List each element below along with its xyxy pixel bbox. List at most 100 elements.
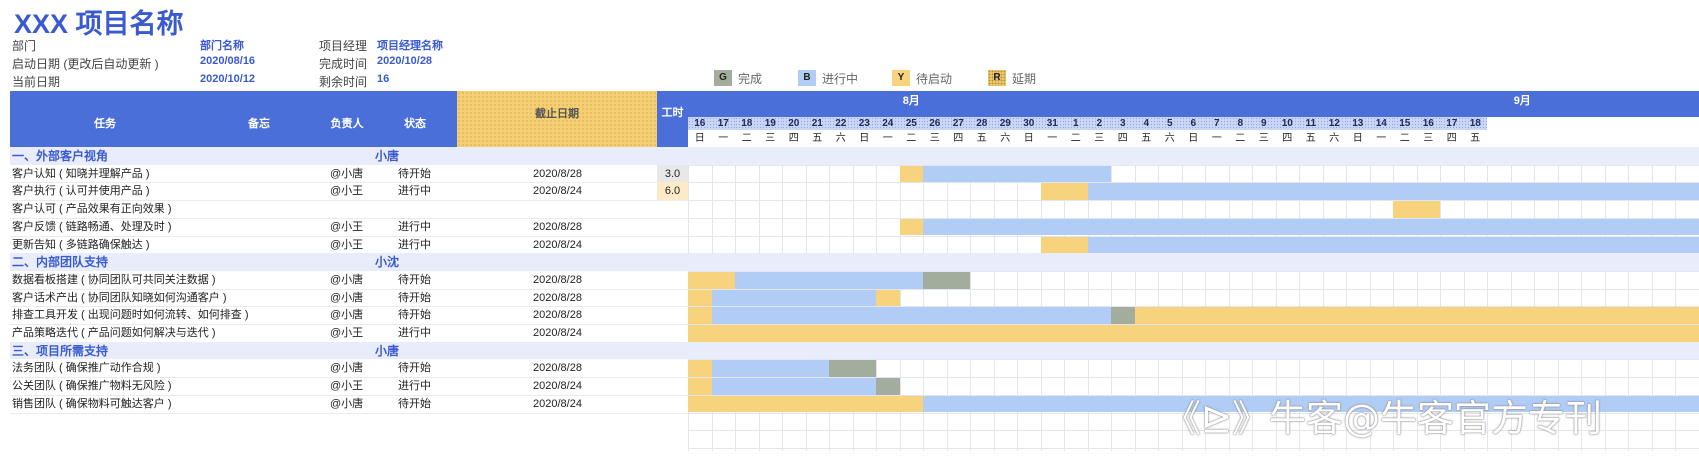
gantt-bar-pending[interactable] xyxy=(1134,307,1699,324)
day-number: 4 xyxy=(1134,117,1158,130)
task-status[interactable]: 待开始 xyxy=(398,359,431,377)
gantt-bar-done[interactable] xyxy=(876,378,900,395)
task-status[interactable]: 待开始 xyxy=(398,289,431,307)
watermark-text: 牛客@牛客官方专刊 xyxy=(1269,397,1603,440)
task-owner[interactable]: @小唐 xyxy=(330,306,363,324)
gantt-bar-pending[interactable] xyxy=(688,325,1699,342)
weekday-label: 日 xyxy=(688,131,712,147)
task-name[interactable]: 客户认可 ( 产品效果有正向效果 ) xyxy=(12,200,172,218)
task-status[interactable]: 待开始 xyxy=(398,395,431,413)
finish-value[interactable]: 2020/10/28 xyxy=(377,55,432,67)
gantt-bar-in-progress[interactable] xyxy=(923,218,1699,236)
pm-value[interactable]: 项目经理名称 xyxy=(377,37,443,53)
day-number: 12 xyxy=(1322,117,1346,130)
task-status[interactable]: 待开始 xyxy=(398,165,431,183)
today-value[interactable]: 2020/10/12 xyxy=(200,73,255,85)
task-owner[interactable]: @小唐 xyxy=(330,395,363,413)
task-status[interactable]: 进行中 xyxy=(398,182,431,200)
day-number: 28 xyxy=(970,117,994,130)
gantt-bar-in-progress[interactable] xyxy=(711,360,829,378)
task-due-date[interactable]: 2020/8/24 xyxy=(533,182,582,200)
start-value[interactable]: 2020/08/16 xyxy=(200,55,255,67)
remain-value[interactable]: 16 xyxy=(377,73,389,85)
gantt-bar-pending[interactable] xyxy=(688,360,712,378)
task-due-date[interactable]: 2020/8/28 xyxy=(533,306,582,324)
task-owner[interactable]: @小王 xyxy=(330,218,363,236)
gantt-bar-in-progress[interactable] xyxy=(711,289,876,307)
task-due-date[interactable]: 2020/8/28 xyxy=(533,359,582,377)
grid-row-line xyxy=(688,165,1699,166)
task-owner[interactable]: @小王 xyxy=(330,324,363,342)
task-owner[interactable]: @小唐 xyxy=(330,165,363,183)
gantt-bar-pending[interactable] xyxy=(688,395,923,413)
gantt-bar-pending[interactable] xyxy=(688,378,712,395)
gantt-bar-in-progress[interactable] xyxy=(1087,236,1699,254)
day-number: 6 xyxy=(1181,117,1205,130)
task-due-date[interactable]: 2020/8/28 xyxy=(533,165,582,183)
gantt-bar-pending[interactable] xyxy=(876,289,900,307)
task-hours[interactable]: 3.0 xyxy=(657,164,688,183)
section-row xyxy=(10,253,1699,271)
task-due-date[interactable]: 2020/8/24 xyxy=(533,377,582,395)
task-name[interactable]: 销售团队 ( 确保物料可触达客户 ) xyxy=(12,395,172,413)
task-owner[interactable]: @小唐 xyxy=(330,359,363,377)
gantt-bar-pending[interactable] xyxy=(899,218,923,236)
gantt-bar-pending[interactable] xyxy=(1393,201,1440,218)
task-name[interactable]: 更新告知 ( 多链路确保触达 ) xyxy=(12,236,150,254)
task-due-date[interactable]: 2020/8/28 xyxy=(533,218,582,236)
weekday-label: 四 xyxy=(782,131,806,147)
task-due-date[interactable]: 2020/8/24 xyxy=(533,324,582,342)
gantt-bar-pending[interactable] xyxy=(688,307,712,324)
task-owner[interactable]: @小王 xyxy=(330,377,363,395)
gantt-bar-in-progress[interactable] xyxy=(923,165,1111,183)
task-status[interactable]: 待开始 xyxy=(398,306,431,324)
gantt-bar-done[interactable] xyxy=(1111,307,1135,324)
task-name[interactable]: 产品策略迭代 ( 产品问题如何解决与迭代 ) xyxy=(12,324,216,342)
weekday-label: 一 xyxy=(1040,131,1064,147)
task-due-date[interactable]: 2020/8/24 xyxy=(533,236,582,254)
timeline-header xyxy=(657,91,1699,117)
task-name[interactable]: 排查工具开发 ( 出现问题时如何流转、如何排查 ) xyxy=(12,306,249,324)
dept-value[interactable]: 部门名称 xyxy=(200,37,244,53)
weekday-label: 五 xyxy=(1299,131,1323,147)
gantt-bar-in-progress[interactable] xyxy=(1087,183,1699,201)
gantt-bar-in-progress[interactable] xyxy=(711,378,876,395)
weekday-label: 五 xyxy=(1463,131,1487,147)
gantt-bar-done[interactable] xyxy=(923,271,970,289)
task-name[interactable]: 客户认知 ( 知晓并理解产品 ) xyxy=(12,165,150,183)
task-status[interactable]: 进行中 xyxy=(398,236,431,254)
task-name[interactable]: 客户话术产出 ( 协同团队知晓如何沟通客户 ) xyxy=(12,289,227,307)
task-name[interactable]: 客户执行 ( 认可并使用产品 ) xyxy=(12,182,150,200)
gantt-bar-done[interactable] xyxy=(829,360,876,378)
gantt-bar-pending[interactable] xyxy=(688,289,712,307)
task-hours[interactable]: 6.0 xyxy=(657,182,688,201)
legend-swatch-y: Y xyxy=(892,70,910,86)
gantt-bar-pending[interactable] xyxy=(899,165,923,183)
month-label: 8月 xyxy=(902,95,920,107)
day-number: 1 xyxy=(1064,117,1088,130)
task-owner[interactable]: @小王 xyxy=(330,182,363,200)
task-name[interactable]: 公关团队 ( 确保推广物料无风险 ) xyxy=(12,377,172,395)
day-number: 21 xyxy=(805,117,829,130)
day-number: 14 xyxy=(1369,117,1393,130)
task-status[interactable]: 进行中 xyxy=(398,324,431,342)
task-status[interactable]: 待开始 xyxy=(398,271,431,289)
task-name[interactable]: 法务团队 ( 确保推广动作合规 ) xyxy=(12,359,161,377)
task-owner[interactable]: @小唐 xyxy=(330,289,363,307)
task-name[interactable]: 客户反馈 ( 链路畅通、处理及时 ) xyxy=(12,218,172,236)
task-status[interactable]: 进行中 xyxy=(398,218,431,236)
gantt-bar-pending[interactable] xyxy=(1040,183,1088,201)
weekday-label: 六 xyxy=(993,131,1017,147)
gantt-bar-pending[interactable] xyxy=(688,271,735,289)
task-due-date[interactable]: 2020/8/28 xyxy=(533,271,582,289)
gantt-bar-pending[interactable] xyxy=(1040,236,1088,254)
task-owner[interactable]: @小唐 xyxy=(330,271,363,289)
task-due-date[interactable]: 2020/8/28 xyxy=(533,289,582,307)
gantt-bar-in-progress[interactable] xyxy=(711,307,1111,324)
task-status[interactable]: 进行中 xyxy=(398,377,431,395)
task-name[interactable]: 数据看板搭建 ( 协同团队可共同关注数据 ) xyxy=(12,271,216,289)
gantt-bar-in-progress[interactable] xyxy=(735,271,923,289)
task-due-date[interactable]: 2020/8/24 xyxy=(533,395,582,413)
weekday-label: 一 xyxy=(876,131,900,147)
task-owner[interactable]: @小王 xyxy=(330,236,363,254)
